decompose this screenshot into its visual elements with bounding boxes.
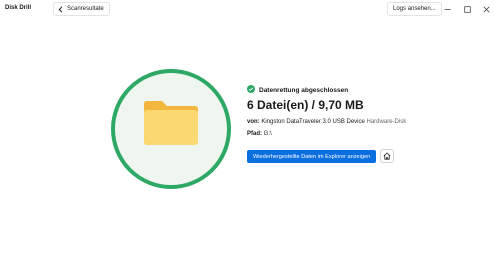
status-text: Datenrettung abgeschlossen <box>259 86 349 94</box>
back-to-scan-results-button[interactable]: Scanresultate <box>53 2 110 16</box>
recovery-complete-graphic <box>111 69 231 189</box>
chevron-left-icon <box>58 5 64 13</box>
show-in-explorer-label: Wiederhergestellte Daten im Explorer anz… <box>253 153 371 160</box>
path-value: G:\ <box>263 131 272 137</box>
minimize-button[interactable] <box>441 3 453 15</box>
folder-icon <box>142 100 200 151</box>
recovery-status: Datenrettung abgeschlossen <box>247 85 348 95</box>
title-bar: Disk Drill Scanresultate Logs ansehen... <box>0 0 495 18</box>
close-icon <box>482 5 490 13</box>
source-label: von: <box>247 119 260 125</box>
back-button-label: Scanresultate <box>67 6 104 12</box>
view-logs-label: Logs ansehen... <box>393 6 436 12</box>
source-type: Hardware-Disk <box>366 119 407 125</box>
close-button[interactable] <box>480 3 492 15</box>
minimize-icon <box>444 6 451 13</box>
check-circle-icon <box>247 85 255 95</box>
show-in-explorer-button[interactable]: Wiederhergestellte Daten im Explorer anz… <box>247 150 377 163</box>
home-icon <box>383 147 391 165</box>
app-title: Disk Drill <box>5 5 32 11</box>
recovered-summary: 6 Datei(en) / 9,70 MB <box>247 98 364 112</box>
maximize-button[interactable] <box>461 3 473 15</box>
path-label: Pfad: <box>247 131 262 137</box>
path-line: Pfad: G:\ <box>247 130 272 138</box>
source-device: Kingston DataTraveler 3.0 USB Device <box>261 119 365 125</box>
view-logs-button[interactable]: Logs ansehen... <box>387 2 442 16</box>
source-device-line: von: Kingston DataTraveler 3.0 USB Devic… <box>247 118 406 126</box>
maximize-icon <box>463 5 471 13</box>
home-button[interactable] <box>380 149 394 163</box>
